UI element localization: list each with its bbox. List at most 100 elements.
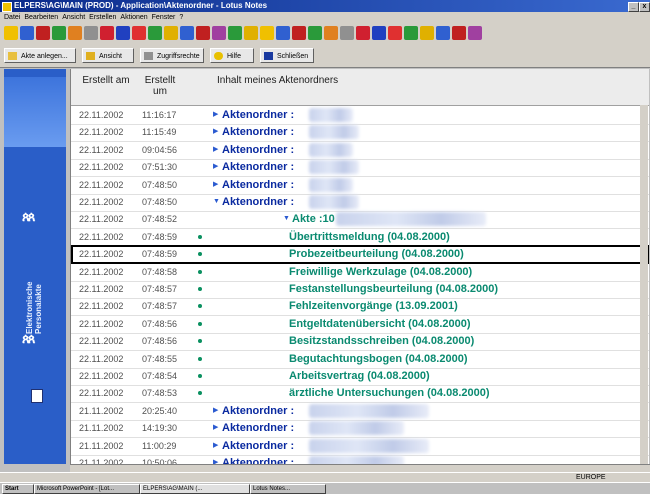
back-icon[interactable] bbox=[356, 26, 370, 40]
category-row[interactable]: 22.11.2002 07:48:50 ▼ Aktenordner : bbox=[71, 193, 649, 212]
view-button[interactable]: Ansicht bbox=[82, 48, 134, 63]
create-file-button[interactable]: Akte anlegen... bbox=[4, 48, 76, 63]
expand-twistie-icon[interactable]: ▶ bbox=[213, 437, 218, 455]
window-title-bar[interactable]: ELPERS\AG\MAIN (PROD) - Application\Akte… bbox=[0, 0, 650, 12]
key-icon bbox=[144, 52, 153, 60]
document-row[interactable]: 22.11.2002 07:48:57 Fehlzeitenvorgänge (13… bbox=[71, 297, 649, 317]
category-row[interactable]: 22.11.2002 09:04:56 ▶ Aktenordner : bbox=[71, 141, 649, 160]
stop-icon[interactable] bbox=[452, 26, 466, 40]
document-view: Erstellt am Erstellt um Inhalt meines Ak… bbox=[70, 69, 649, 464]
check-icon[interactable] bbox=[228, 26, 242, 40]
paste-icon[interactable] bbox=[68, 26, 82, 40]
redacted-name bbox=[309, 195, 359, 209]
save-icon[interactable] bbox=[260, 26, 274, 40]
column-created-time[interactable]: Erstellt um bbox=[137, 75, 183, 97]
expand-twistie-icon[interactable]: ▶ bbox=[213, 106, 218, 124]
cut-icon[interactable] bbox=[36, 26, 50, 40]
edit-icon[interactable] bbox=[212, 26, 226, 40]
expand-twistie-icon[interactable]: ▶ bbox=[213, 123, 218, 141]
save-icon[interactable] bbox=[4, 26, 18, 40]
navigator-label[interactable]: Elektronische Personalakte bbox=[25, 244, 43, 334]
bookmark-icon[interactable] bbox=[164, 26, 178, 40]
category-row[interactable]: 21.11.2002 10:50:06 ▶ Aktenordner : bbox=[71, 454, 649, 464]
menu-item[interactable]: Aktionen bbox=[120, 12, 147, 23]
copy-icon[interactable] bbox=[52, 26, 66, 40]
category-row[interactable]: 22.11.2002 07:48:50 ▶ Aktenordner : bbox=[71, 176, 649, 195]
search-icon[interactable] bbox=[436, 26, 450, 40]
print-icon[interactable] bbox=[84, 26, 98, 40]
document-row[interactable]: 22.11.2002 07:48:55 Begutachtungsbogen (04… bbox=[71, 350, 649, 369]
minimize-button[interactable]: _ bbox=[628, 2, 639, 12]
redacted-name bbox=[309, 438, 429, 453]
document-bullet-icon bbox=[198, 374, 202, 378]
category-row[interactable]: 22.11.2002 07:48:52 ▼ Akte :10 bbox=[71, 210, 649, 230]
expand-twistie-icon[interactable]: ▶ bbox=[213, 141, 218, 159]
edit-icon[interactable] bbox=[468, 26, 482, 40]
refresh-icon[interactable] bbox=[132, 26, 146, 40]
menu-item[interactable]: Ansicht bbox=[62, 12, 85, 23]
expand-twistie-icon[interactable]: ▶ bbox=[213, 176, 218, 194]
category-row[interactable]: 22.11.2002 11:15:49 ▶ Aktenordner : bbox=[71, 123, 649, 143]
document-row[interactable]: 22.11.2002 07:48:57 Festanstellungsbeurtei… bbox=[71, 280, 649, 299]
document-row[interactable]: 22.11.2002 07:48:54 Arbeitsvertrag (04.08.… bbox=[71, 367, 649, 386]
cut-icon[interactable] bbox=[292, 26, 306, 40]
menu-item[interactable]: Erstellen bbox=[89, 12, 116, 23]
forward-icon[interactable] bbox=[372, 26, 386, 40]
start-button[interactable]: Start bbox=[2, 484, 34, 494]
collapse-twistie-icon[interactable]: ▼ bbox=[283, 210, 290, 228]
category-row[interactable]: 22.11.2002 11:16:17 ▶ Aktenordner : bbox=[71, 106, 649, 125]
navigator-panel: ጰጰ Elektronische Personalakte ጰጰ bbox=[4, 69, 66, 464]
document-row[interactable]: 22.11.2002 07:48:59 Probezeitbeurteilung (… bbox=[71, 245, 649, 265]
created-time: 11:15:49 bbox=[142, 127, 177, 138]
close-window-button[interactable]: x bbox=[639, 2, 650, 12]
refresh-icon[interactable] bbox=[388, 26, 402, 40]
taskbar-item[interactable]: Lotus Notes... bbox=[250, 484, 326, 494]
document-icon[interactable] bbox=[31, 389, 43, 403]
collapse-twistie-icon[interactable]: ▼ bbox=[213, 193, 220, 211]
created-date: 22.11.2002 bbox=[79, 249, 124, 260]
created-time: 07:51:30 bbox=[142, 162, 178, 173]
expand-twistie-icon[interactable]: ▶ bbox=[213, 158, 218, 176]
column-created-date[interactable]: Erstellt am bbox=[81, 75, 131, 86]
category-row[interactable]: 21.11.2002 14:19:30 ▶ Aktenordner : bbox=[71, 419, 649, 439]
close-view-button[interactable]: Schließen bbox=[260, 48, 314, 63]
print-icon[interactable] bbox=[340, 26, 354, 40]
forward-icon[interactable] bbox=[116, 26, 130, 40]
created-date: 22.11.2002 bbox=[79, 301, 124, 312]
category-row[interactable]: 22.11.2002 07:51:30 ▶ Aktenordner : bbox=[71, 158, 649, 178]
menu-item[interactable]: Bearbeiten bbox=[24, 12, 58, 23]
expand-twistie-icon[interactable]: ▶ bbox=[213, 419, 218, 437]
menu-item[interactable]: ? bbox=[179, 12, 183, 23]
copy-icon[interactable] bbox=[308, 26, 322, 40]
menu-item[interactable]: Fenster bbox=[152, 12, 176, 23]
open-icon[interactable] bbox=[276, 26, 290, 40]
taskbar-item-active[interactable]: ELPERS\AG\MAIN (... bbox=[140, 484, 250, 494]
access-rights-button[interactable]: Zugriffsrechte bbox=[140, 48, 204, 63]
back-icon[interactable] bbox=[100, 26, 114, 40]
document-row[interactable]: 22.11.2002 07:48:53 ärztliche Untersuchung… bbox=[71, 384, 649, 404]
search-icon[interactable] bbox=[180, 26, 194, 40]
help-button[interactable]: Hilfe bbox=[210, 48, 254, 63]
document-row[interactable]: 22.11.2002 07:48:56 Entgeltdatenübersicht … bbox=[71, 315, 649, 334]
people-icon[interactable]: ጰጰ bbox=[22, 209, 35, 225]
document-row[interactable]: 22.11.2002 07:48:58 Freiwillige Werkzulage… bbox=[71, 263, 649, 282]
category-row[interactable]: 21.11.2002 11:00:29 ▶ Aktenordner : bbox=[71, 437, 649, 456]
bookmark-icon[interactable] bbox=[420, 26, 434, 40]
mail-icon[interactable] bbox=[404, 26, 418, 40]
action-bar: Akte anlegen... Ansicht Zugriffsrechte H… bbox=[0, 45, 650, 68]
column-content[interactable]: Inhalt meines Aktenordners bbox=[217, 75, 338, 86]
expand-twistie-icon[interactable]: ▶ bbox=[213, 454, 218, 464]
stop-icon[interactable] bbox=[196, 26, 210, 40]
mail-icon[interactable] bbox=[148, 26, 162, 40]
paste-icon[interactable] bbox=[324, 26, 338, 40]
menu-item[interactable]: Datei bbox=[4, 12, 20, 23]
folder-icon[interactable] bbox=[244, 26, 258, 40]
expand-twistie-icon[interactable]: ▶ bbox=[213, 402, 218, 420]
category-row[interactable]: 21.11.2002 20:25:40 ▶ Aktenordner : bbox=[71, 402, 649, 421]
document-row[interactable]: 22.11.2002 07:48:56 Besitzstandsschreiben … bbox=[71, 332, 649, 352]
document-bullet-icon bbox=[198, 252, 202, 257]
open-icon[interactable] bbox=[20, 26, 34, 40]
document-row[interactable]: 22.11.2002 07:48:59 Übertrittsmeldung (04.… bbox=[71, 228, 649, 247]
vertical-scrollbar[interactable] bbox=[640, 105, 648, 464]
taskbar-item[interactable]: Microsoft PowerPoint - [Lot... bbox=[34, 484, 140, 494]
